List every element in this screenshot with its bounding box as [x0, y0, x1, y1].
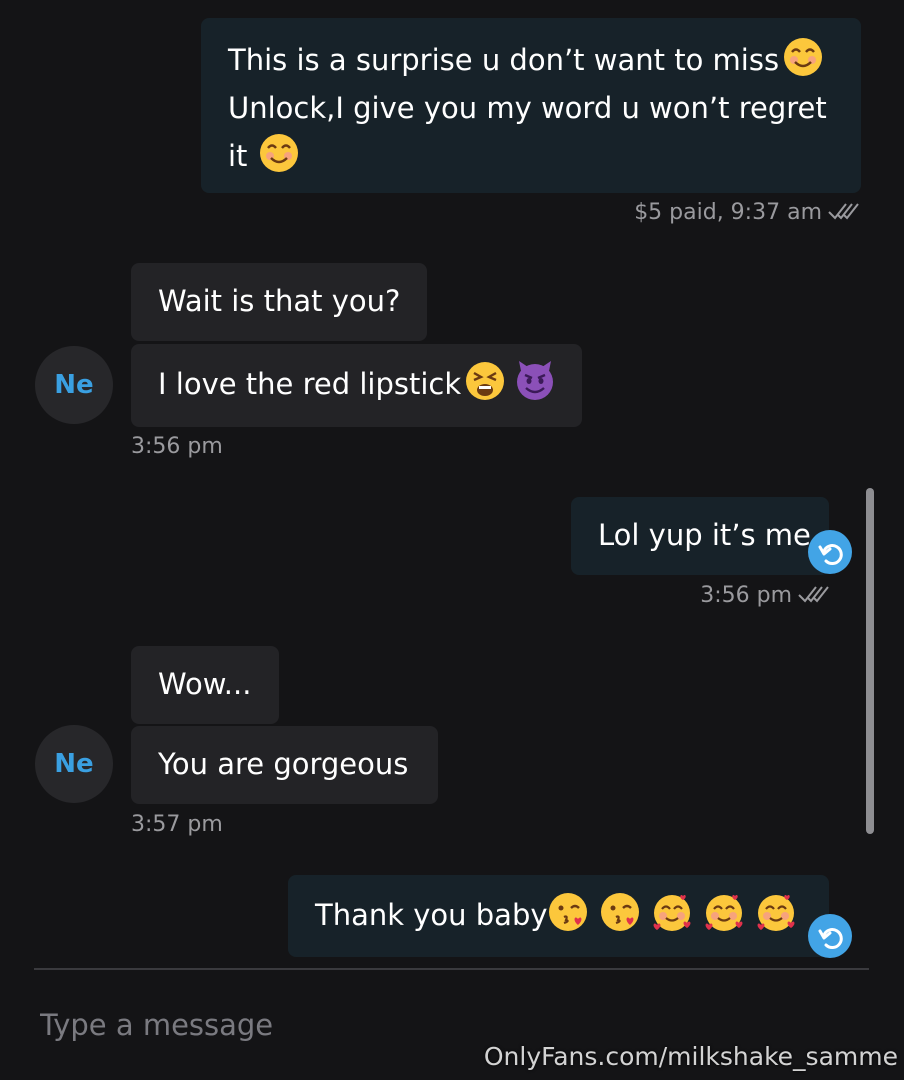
avatar[interactable]: Ne [35, 725, 113, 803]
message-text: Wow... [158, 667, 252, 701]
reply-icon [818, 928, 843, 950]
double-check-icon [798, 583, 830, 611]
face-blowing-kiss-icon [547, 892, 588, 932]
reply-button[interactable] [808, 530, 852, 574]
incoming-message-6[interactable]: You are gorgeous [131, 726, 438, 804]
message-meta: 3:56 pm [700, 583, 830, 611]
watermark: OnlyFans.com/milkshake_samme [483, 1042, 898, 1071]
avatar-initials: Ne [54, 749, 94, 779]
avatar[interactable]: Ne [35, 346, 113, 424]
double-check-icon [828, 200, 860, 228]
smiling-face-icon [783, 37, 824, 77]
smiling-face-icon [259, 133, 300, 173]
outgoing-message-4[interactable]: Lol yup it’s me [571, 497, 829, 575]
message-time: 3:57 pm [131, 812, 223, 837]
message-meta-paid: $5 paid, 9:37 am [634, 200, 860, 228]
face-blowing-kiss-icon [599, 892, 640, 932]
message-text-line-3: it [228, 139, 248, 173]
smiling-face-with-hearts-icon [755, 892, 796, 932]
paid-time-label: $5 paid, 9:37 am [634, 200, 822, 225]
outgoing-message-1[interactable]: This is a surprise u don’t want to miss … [201, 18, 861, 193]
tired-face-icon [465, 361, 506, 401]
incoming-message-2[interactable]: Wait is that you? [131, 263, 428, 341]
smiling-face-with-hearts-icon [651, 892, 692, 932]
message-text: You are gorgeous [158, 747, 409, 781]
message-text-line-1: This is a surprise u don’t want to miss [228, 43, 780, 77]
message-text: Lol yup it’s me [598, 518, 811, 552]
message-text: Wait is that you? [158, 284, 401, 318]
scrollbar[interactable] [866, 488, 874, 834]
reply-button[interactable] [808, 914, 852, 958]
incoming-message-3[interactable]: I love the red lipstick [131, 344, 583, 427]
message-text: I love the red lipstick [158, 367, 462, 401]
outgoing-message-7[interactable]: Thank you baby [288, 875, 829, 957]
message-time: 3:56 pm [700, 583, 792, 608]
message-text: Thank you baby [315, 898, 548, 932]
composer-divider [34, 968, 869, 970]
incoming-message-5[interactable]: Wow... [131, 646, 279, 724]
avatar-initials: Ne [54, 370, 94, 400]
message-time: 3:56 pm [131, 434, 223, 459]
smiling-face-with-hearts-icon [703, 892, 744, 932]
reply-icon [818, 544, 843, 566]
smiling-imp-icon [515, 361, 555, 401]
message-text-line-2: Unlock,I give you my word u won’t regret [228, 91, 827, 125]
